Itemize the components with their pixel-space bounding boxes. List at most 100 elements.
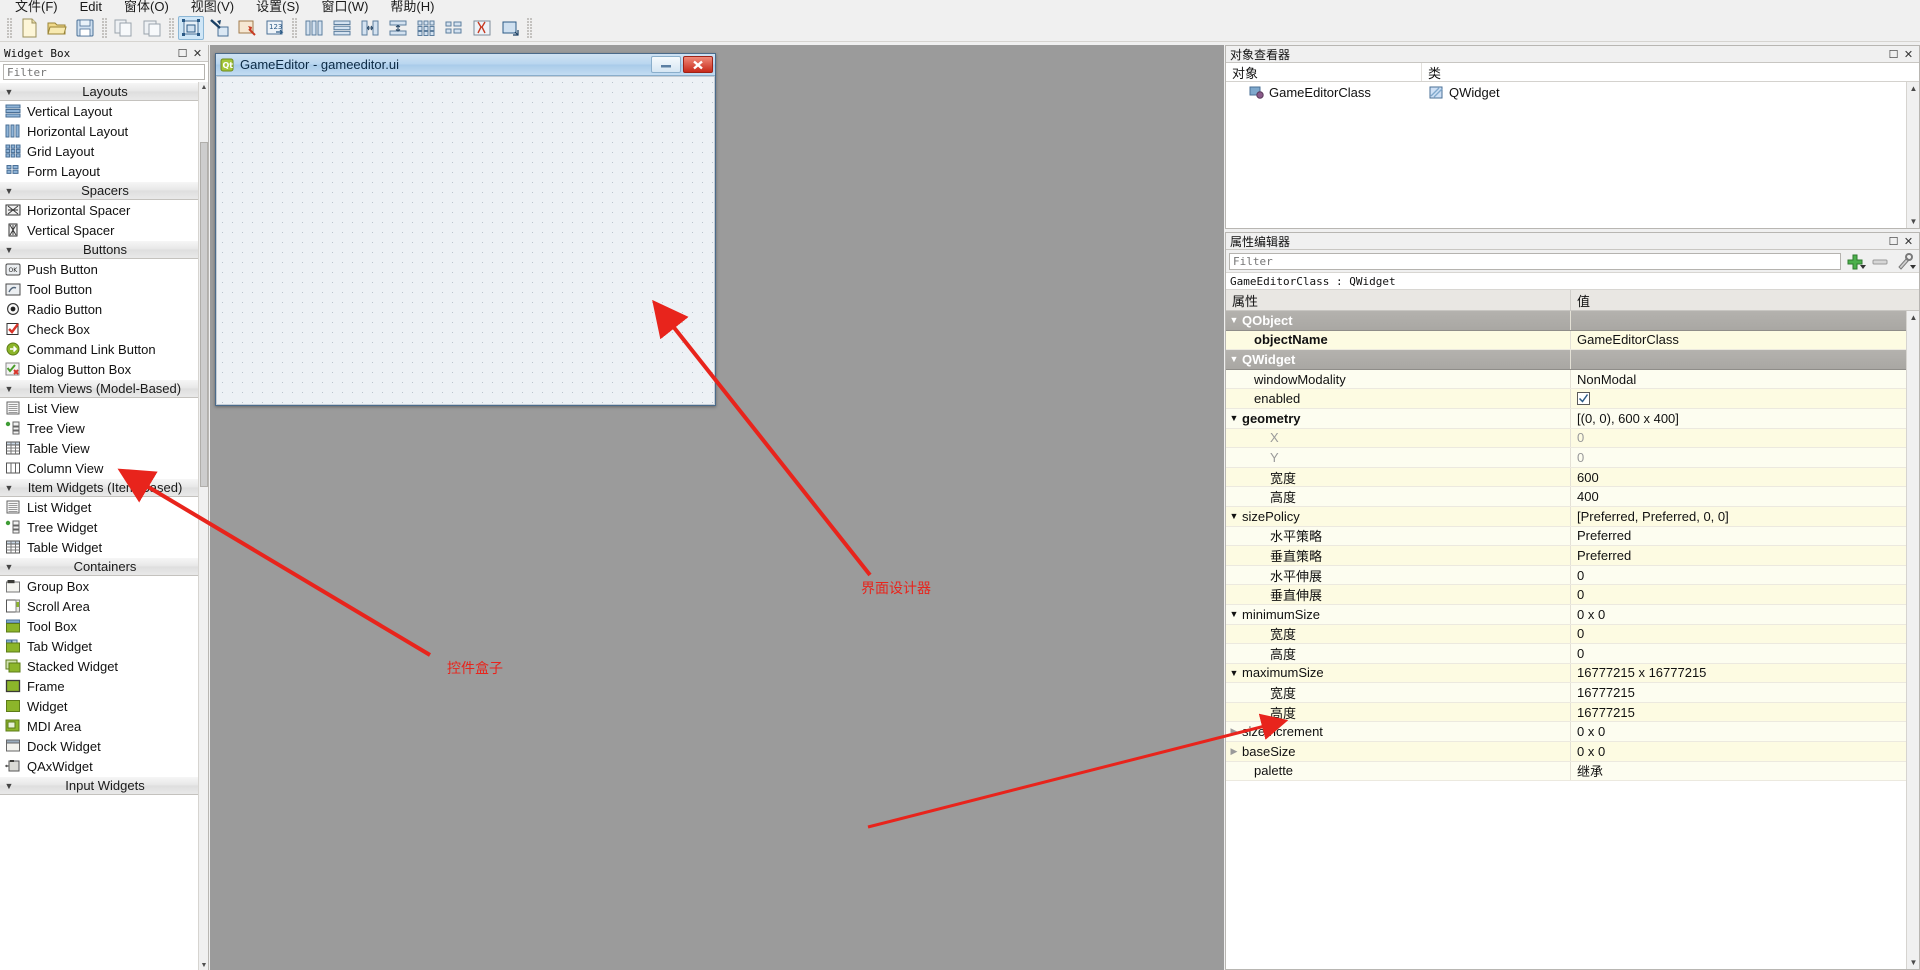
property-value-cell[interactable]: 0	[1571, 429, 1919, 448]
form-window[interactable]: Qt GameEditor - gameeditor.ui	[215, 53, 716, 406]
property-value-cell[interactable]: 600	[1571, 468, 1919, 487]
widget-item-qax-widget[interactable]: QAxWidget	[0, 756, 208, 776]
property-row-sizepolicy[interactable]: ▼ sizePolicy [Preferred, Preferred, 0, 0…	[1226, 506, 1919, 527]
scroll-down-icon[interactable]: ▼	[1907, 215, 1920, 228]
property-row-geometry-y[interactable]: Y 0	[1226, 448, 1919, 468]
scroll-up-icon[interactable]: ▲	[199, 82, 208, 92]
column-header-class[interactable]: 类	[1422, 63, 1919, 81]
widget-category-buttons[interactable]: ▼ Buttons	[0, 240, 208, 259]
menu-view[interactable]: 视图(V)	[180, 0, 245, 14]
property-name-cell[interactable]: ▶ baseSize	[1226, 742, 1571, 761]
menu-window[interactable]: 窗口(W)	[310, 0, 379, 14]
save-file-icon[interactable]	[72, 16, 98, 40]
edit-signals-slots-icon[interactable]	[206, 16, 232, 40]
minimize-button[interactable]	[651, 56, 681, 73]
widget-item-radio-button[interactable]: Radio Button	[0, 299, 208, 319]
property-value-cell[interactable]: NonModal	[1571, 370, 1919, 389]
property-value-cell[interactable]: [Preferred, Preferred, 0, 0]	[1571, 507, 1919, 526]
widget-item-check-box[interactable]: Check Box	[0, 319, 208, 339]
enabled-checkbox[interactable]	[1577, 392, 1590, 406]
widget-item-tab-widget[interactable]: Tab Widget	[0, 636, 208, 656]
layout-vertical-icon[interactable]	[329, 16, 355, 40]
property-name-cell[interactable]: objectName	[1226, 330, 1571, 350]
close-button[interactable]	[683, 56, 713, 73]
property-value-cell[interactable]	[1571, 389, 1919, 408]
add-property-button[interactable]	[1844, 252, 1866, 270]
property-row-minimumsize-height[interactable]: 高度 0	[1226, 644, 1919, 664]
property-row-basesize[interactable]: ▶ baseSize 0 x 0	[1226, 742, 1919, 762]
property-value-cell[interactable]: Preferred	[1571, 527, 1919, 546]
widget-item-dock-widget[interactable]: Dock Widget	[0, 736, 208, 756]
layout-splitter-h-icon[interactable]	[357, 16, 383, 40]
widget-category-item-widgets[interactable]: ▼ Item Widgets (Item-Based)	[0, 478, 208, 497]
form-design-surface[interactable]	[216, 76, 715, 405]
object-inspector-scrollbar[interactable]: ▲ ▼	[1906, 82, 1919, 228]
chevron-down-icon[interactable]: ▼	[1226, 668, 1242, 678]
property-value-cell[interactable]: 0 x 0	[1571, 742, 1919, 761]
property-value-cell[interactable]: GameEditorClass	[1571, 331, 1919, 350]
widget-item-list-view[interactable]: List View	[0, 398, 208, 418]
widget-item-tool-box[interactable]: Tool Box	[0, 616, 208, 636]
layout-horizontal-icon[interactable]	[301, 16, 327, 40]
scroll-up-icon[interactable]: ▲	[1907, 82, 1920, 95]
property-editor-scrollbar[interactable]: ▲ ▼	[1906, 311, 1919, 969]
close-icon[interactable]: ✕	[191, 47, 204, 60]
scrollbar-thumb[interactable]	[200, 142, 208, 487]
property-value-cell[interactable]: 0	[1571, 625, 1919, 644]
widget-item-form-layout[interactable]: Form Layout	[0, 161, 208, 181]
property-name-cell[interactable]: ▼ geometry	[1226, 408, 1571, 428]
configure-button[interactable]	[1894, 252, 1916, 270]
property-row-maximumsize-width[interactable]: 宽度 16777215	[1226, 683, 1919, 703]
property-name-cell[interactable]: 宽度	[1226, 467, 1571, 487]
widget-item-push-button[interactable]: OK Push Button	[0, 259, 208, 279]
property-row-sizeincrement[interactable]: ▶ sizeIncrement 0 x 0	[1226, 722, 1919, 743]
widget-item-vertical-layout[interactable]: Vertical Layout	[0, 101, 208, 121]
object-inspector-tree[interactable]: GameEditorClass QWidget ▲ ▼	[1226, 82, 1919, 228]
new-file-icon[interactable]	[16, 16, 42, 40]
property-row-horizontal-stretch[interactable]: 水平伸展 0	[1226, 565, 1919, 586]
property-name-cell[interactable]: 水平伸展	[1226, 565, 1571, 585]
property-value-cell[interactable]	[1571, 350, 1919, 369]
widget-category-spacers[interactable]: ▼ Spacers	[0, 181, 208, 200]
layout-form-icon[interactable]	[441, 16, 467, 40]
break-layout-icon[interactable]	[469, 16, 495, 40]
property-name-cell[interactable]: 高度	[1226, 702, 1571, 722]
widget-box-filter-input[interactable]	[3, 64, 205, 80]
copy-icon[interactable]	[111, 16, 137, 40]
property-group-qobject[interactable]: ▼ QObject	[1226, 311, 1919, 331]
property-row-maximumsize[interactable]: ▼ maximumSize 16777215 x 16777215	[1226, 663, 1919, 684]
widget-item-widget[interactable]: Widget	[0, 696, 208, 716]
object-cell[interactable]: GameEditorClass	[1226, 85, 1422, 100]
widget-item-column-view[interactable]: Column View	[0, 458, 208, 478]
property-name-cell[interactable]: ▼ minimumSize	[1226, 604, 1571, 624]
property-name-cell[interactable]: Y	[1226, 448, 1571, 467]
property-row-objectname[interactable]: objectName GameEditorClass	[1226, 330, 1919, 351]
widget-item-command-link-button[interactable]: Command Link Button	[0, 339, 208, 359]
widget-item-tree-view[interactable]: Tree View	[0, 418, 208, 438]
widget-item-frame[interactable]: Frame	[0, 676, 208, 696]
widget-category-item-views[interactable]: ▼ Item Views (Model-Based)	[0, 379, 208, 398]
form-window-titlebar[interactable]: Qt GameEditor - gameeditor.ui	[216, 54, 715, 76]
chevron-down-icon[interactable]: ▼	[1226, 354, 1242, 364]
property-row-enabled[interactable]: enabled	[1226, 389, 1919, 409]
undock-icon[interactable]: ☐	[1887, 235, 1900, 248]
scroll-down-icon[interactable]: ▼	[1907, 956, 1919, 969]
toolbar-grip-5[interactable]	[527, 17, 532, 38]
remove-property-button[interactable]	[1869, 252, 1891, 270]
property-name-cell[interactable]: enabled	[1226, 389, 1571, 408]
property-name-cell[interactable]: ▼ sizePolicy	[1226, 506, 1571, 526]
property-row-geometry[interactable]: ▼ geometry [(0, 0), 600 x 400]	[1226, 408, 1919, 429]
widget-item-tool-button[interactable]: Tool Button	[0, 279, 208, 299]
property-name-cell[interactable]: ▼ maximumSize	[1226, 663, 1571, 683]
property-value-cell[interactable]: 16777215 x 16777215	[1571, 664, 1919, 683]
property-name-cell[interactable]: 高度	[1226, 487, 1571, 506]
edit-buddies-icon[interactable]	[234, 16, 260, 40]
widget-item-table-view[interactable]: Table View	[0, 438, 208, 458]
property-row-geometry-height[interactable]: 高度 400	[1226, 487, 1919, 507]
property-name-cell[interactable]: 垂直伸展	[1226, 585, 1571, 604]
class-cell[interactable]: QWidget	[1422, 85, 1919, 100]
property-row-windowmodality[interactable]: windowModality NonModal	[1226, 369, 1919, 390]
close-icon[interactable]: ✕	[1902, 235, 1915, 248]
column-header-value[interactable]: 值	[1571, 290, 1919, 310]
property-name-cell[interactable]: 水平策略	[1226, 526, 1571, 546]
